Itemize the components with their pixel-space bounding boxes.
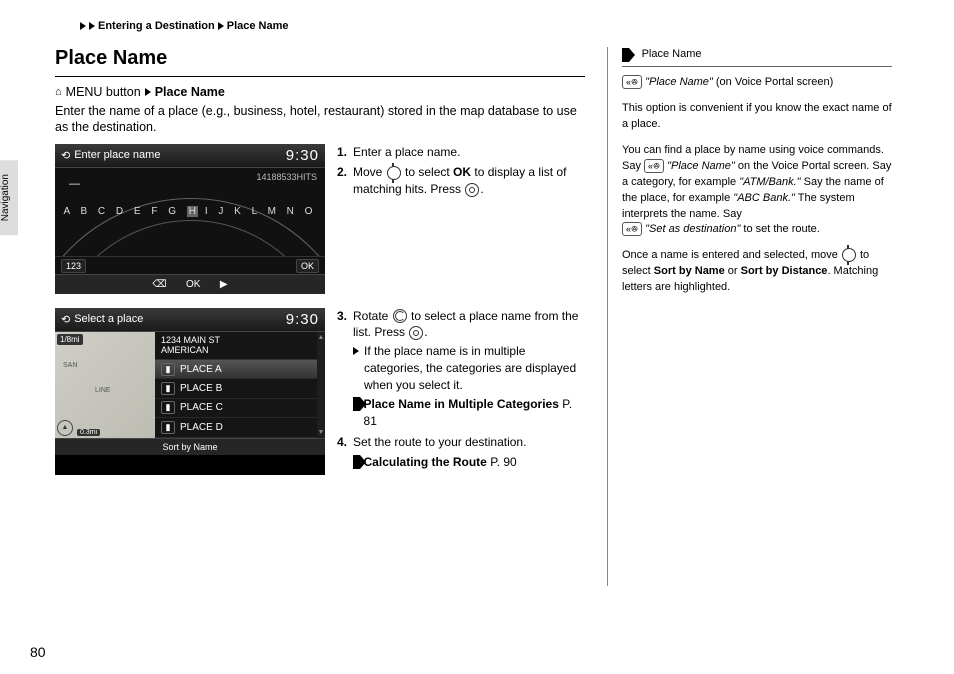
poi-icon: ▮ [161, 363, 175, 376]
compass-icon: ▲ [57, 420, 73, 436]
step-1: 1. Enter a place name. [337, 144, 585, 161]
keyboard-mode-button: 123 [61, 259, 86, 273]
chevron-right-icon [218, 22, 224, 30]
xref-icon [622, 48, 629, 62]
voice-command-line: «ꔮ "Place Name" (on Voice Portal screen) [622, 75, 892, 91]
move-dial-icon [842, 248, 856, 262]
side-heading: Place Name [622, 47, 892, 67]
back-icon: ⟲ [61, 149, 70, 162]
side-paragraph: This option is convenient if you know th… [622, 101, 892, 133]
cross-reference: Calculating the Route P. 90 [353, 454, 585, 471]
screen-title: Enter place name [74, 149, 160, 161]
step-2: 2. Move to select OK to display a list o… [337, 164, 585, 198]
section-tab: Navigation [0, 160, 18, 235]
menu-button-label: MENU button [66, 85, 141, 99]
arrow-right-icon [145, 88, 151, 96]
text-entry-cursor: — [69, 178, 80, 190]
scrollbar: ▲▼ [317, 332, 325, 438]
footer-ok: OK [186, 279, 200, 290]
breadcrumb-item: Entering a Destination [98, 20, 215, 32]
chevron-right-icon [80, 22, 86, 30]
address-header: 1234 MAIN ST AMERICAN [155, 332, 317, 361]
clock: 9:30 [286, 147, 319, 164]
nav-screen-select-place: ⟲ Select a place 9:30 1/8mi SAN LINE ▲ 0… [55, 308, 325, 475]
chevron-right-icon [89, 22, 95, 30]
map-scale: 0.3mi [77, 429, 100, 436]
rotate-dial-icon [393, 309, 407, 323]
breadcrumb: Entering a Destination Place Name [80, 20, 904, 32]
list-item: ▮PLACE B [155, 379, 317, 398]
list-item: ▮PLACE D [155, 418, 317, 437]
push-dial-icon [409, 326, 423, 340]
intro-text: Enter the name of a place (e.g., busines… [55, 103, 585, 136]
side-paragraph: You can find a place by name using voice… [622, 143, 892, 239]
distance-badge: 1/8mi [57, 334, 83, 345]
voice-icon: «ꔮ [644, 159, 664, 173]
step-4: 4. Set the route to your destination. Ca… [337, 434, 585, 471]
menu-button-icon: ⌂ [55, 86, 62, 98]
sort-button: Sort by Name [162, 442, 217, 452]
page-title: Place Name [55, 47, 585, 70]
list-item: ▮PLACE A [155, 360, 317, 379]
push-dial-icon [465, 183, 479, 197]
footer-next: ▶ [220, 279, 228, 290]
sub-arrow-icon [353, 347, 359, 355]
list-item: ▮PLACE C [155, 399, 317, 418]
screen-title: Select a place [74, 313, 143, 325]
menu-path: ⌂ MENU button Place Name [55, 85, 585, 99]
move-dial-icon [387, 166, 401, 180]
breadcrumb-item: Place Name [227, 20, 289, 32]
poi-icon: ▮ [161, 421, 175, 434]
step-3: 3. Rotate to select a place name from th… [337, 308, 585, 431]
page-number: 80 [30, 644, 46, 660]
cross-reference: Place Name in Multiple Categories P. 81 [353, 396, 585, 430]
mini-map: 1/8mi SAN LINE ▲ 0.3mi [55, 332, 155, 438]
menu-target: Place Name [155, 85, 225, 99]
poi-icon: ▮ [161, 382, 175, 395]
hit-count: 14188533HITS [256, 172, 317, 182]
clock: 9:30 [286, 311, 319, 328]
character-wheel: A B C D E F G H I J K L M N O [55, 206, 325, 217]
place-list: ▮PLACE A ▮PLACE B ▮PLACE C ▮PLACE D [155, 360, 317, 437]
side-paragraph: Once a name is entered and selected, mov… [622, 248, 892, 296]
xref-icon [353, 455, 360, 469]
voice-icon: «ꔮ [622, 75, 642, 89]
ok-button: OK [296, 259, 319, 273]
selected-letter: H [187, 206, 198, 217]
xref-icon [353, 397, 360, 411]
nav-screen-enter-name: ⟲ Enter place name 9:30 14188533HITS — A… [55, 144, 325, 294]
back-icon: ⟲ [61, 313, 70, 326]
voice-icon: «ꔮ [622, 222, 642, 236]
poi-icon: ▮ [161, 401, 175, 414]
footer-delete: ⌫ [152, 279, 166, 290]
